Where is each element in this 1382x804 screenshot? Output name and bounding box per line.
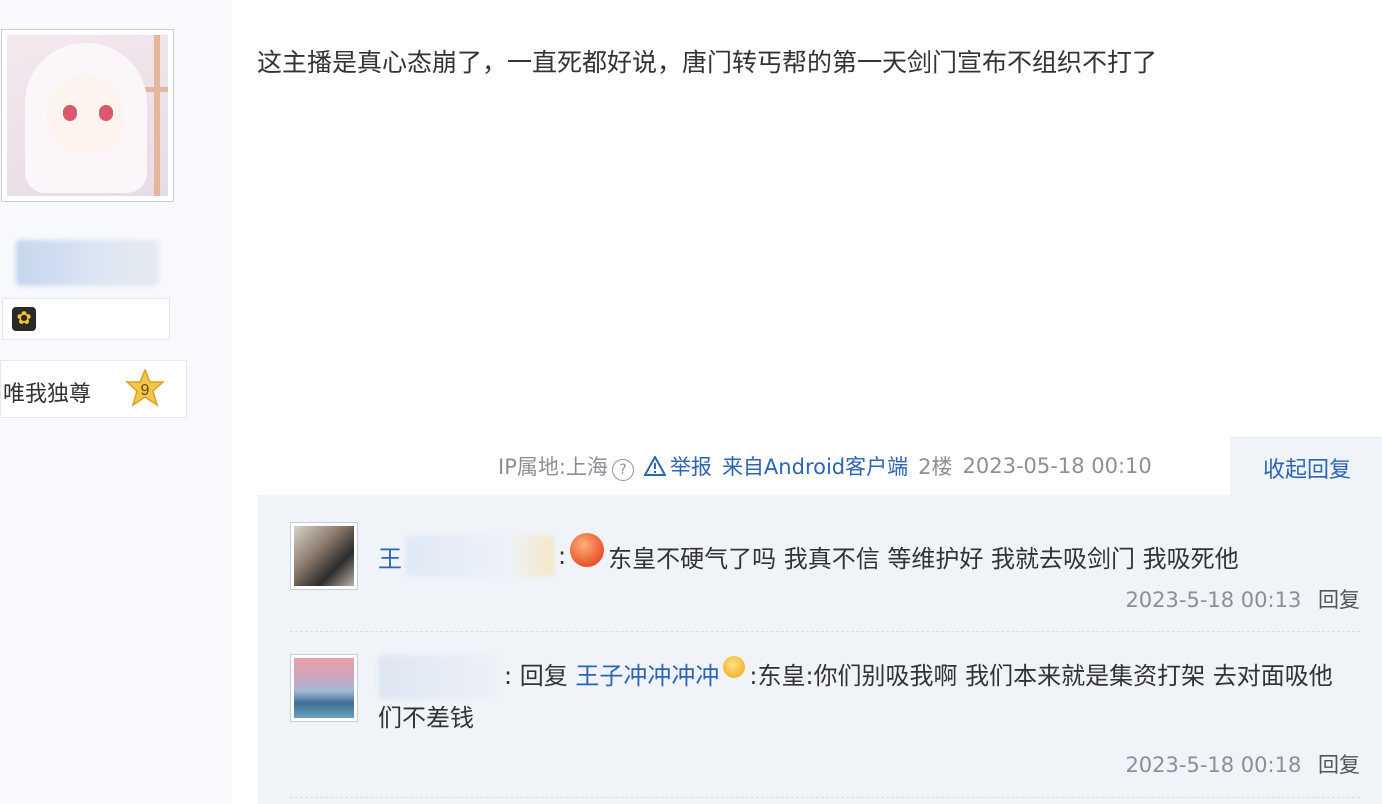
reply-avatar[interactable]	[290, 654, 358, 722]
help-icon[interactable]: ?	[611, 459, 634, 481]
reply-meta: 2023-5-18 00:13 回复	[1125, 584, 1360, 614]
reply-username[interactable]: 王	[378, 539, 402, 574]
level-number: 9	[141, 382, 150, 399]
report-link[interactable]: 举报	[643, 451, 712, 481]
level-title: 唯我独尊	[3, 382, 92, 407]
orange-emoji-icon	[570, 533, 605, 567]
reply-button[interactable]: 回复	[1318, 588, 1360, 612]
reply-divider	[290, 797, 1360, 798]
post-meta: IP属地:上海? 举报 来自Android客户端 2楼 2023-05-18 0…	[498, 451, 1162, 481]
reply-avatar[interactable]	[290, 522, 358, 590]
ip-location: IP属地:上海?	[498, 451, 634, 481]
reply-text: 东皇不硬气了吗 我真不信 等维护好 我就去吸剑门 我吸死他	[608, 544, 1239, 573]
level-star-icon: 9	[125, 369, 165, 407]
level-box: 唯我独尊 9	[0, 360, 187, 418]
username-blurred[interactable]	[378, 655, 500, 699]
post-time: 2023-05-18 00:10	[962, 454, 1152, 478]
reply-item: 王 : 东皇不硬气了吗 我真不信 等维护好 我就去吸剑门 我吸死他	[378, 533, 1239, 577]
reply-button[interactable]: 回复	[1318, 753, 1360, 777]
reply-divider	[290, 631, 1360, 632]
reply-separator: :	[558, 542, 567, 570]
reply-to-username[interactable]: 王子冲冲冲冲	[575, 662, 719, 690]
collapse-replies-link[interactable]: 收起回复	[1263, 452, 1351, 484]
reply-list: 王 : 东皇不硬气了吗 我真不信 等维护好 我就去吸剑门 我吸死他 2023-5…	[258, 495, 1382, 804]
reply-prefix: 回复	[519, 662, 568, 690]
reply-separator: :	[504, 662, 513, 690]
collapse-replies-tab[interactable]: 收起回复	[1230, 437, 1382, 496]
author-name-blurred[interactable]	[16, 240, 159, 286]
author-sidebar: ✿ 唯我独尊 9	[0, 0, 232, 804]
client-info: 来自Android客户端	[721, 455, 909, 479]
username-blurred[interactable]	[406, 535, 554, 577]
floor-number: 2楼	[918, 455, 953, 479]
badge-box: ✿	[2, 298, 170, 340]
smiley-emoji-icon	[723, 656, 746, 678]
post-content: 这主播是真心态崩了，一直死都好说，唐门转丐帮的第一天剑门宣布不组织不打了	[257, 48, 1158, 77]
author-avatar[interactable]	[1, 29, 174, 202]
avatar-image	[7, 35, 168, 196]
reply-time: 2023-5-18 00:18	[1125, 753, 1302, 777]
reply-time: 2023-5-18 00:13	[1125, 588, 1302, 612]
badge-icon[interactable]: ✿	[12, 307, 36, 331]
reply-item: : 回复 王子冲冲冲冲:东皇:你们别吸我啊 我们本来就是集资打架 去对面吸他们不…	[378, 655, 1353, 737]
reply-meta: 2023-5-18 00:18 回复	[1125, 749, 1360, 779]
warning-icon	[643, 456, 666, 476]
